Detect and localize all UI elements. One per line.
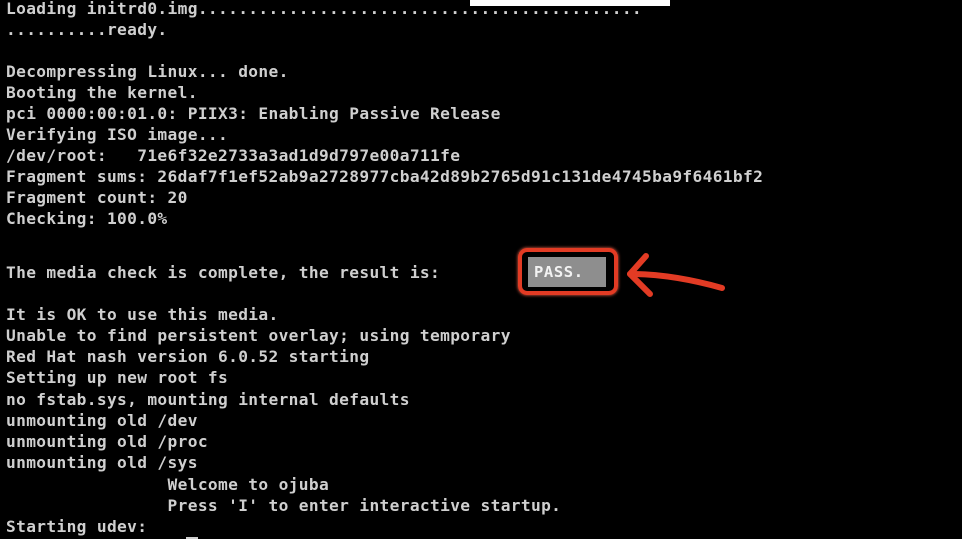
console-line: Unable to find persistent overlay; using… — [6, 326, 511, 345]
terminal-console: Loading initrd0.img.....................… — [0, 0, 962, 539]
console-line: unmounting old /proc — [6, 432, 208, 451]
pass-result-badge: PASS. — [528, 257, 606, 287]
console-line: no fstab.sys, mounting internal defaults — [6, 390, 410, 409]
console-line: Decompressing Linux... done. — [6, 62, 289, 81]
media-check-result-line: The media check is complete, the result … — [6, 263, 441, 282]
console-line: ..........ready. — [6, 20, 168, 39]
console-line: Fragment sums: 26daf7f1ef52ab9a2728977cb… — [6, 167, 764, 186]
red-arrow-icon — [627, 253, 725, 297]
console-line: Checking: 100.0% — [6, 209, 168, 228]
console-line: /dev/root: 71e6f32e2733a3ad1d9d797e00a71… — [6, 146, 461, 165]
interactive-startup-prompt: Press 'I' to enter interactive startup. — [6, 496, 562, 515]
welcome-message: Welcome to ojuba — [6, 475, 330, 494]
console-line: It is OK to use this media. — [6, 305, 279, 324]
console-line: Verifying ISO image... — [6, 125, 229, 144]
console-line: Red Hat nash version 6.0.52 starting — [6, 347, 370, 366]
console-line: Fragment count: 20 — [6, 188, 188, 207]
console-prompt-line: Starting udev: — [6, 517, 148, 536]
console-line: Booting the kernel. — [6, 83, 198, 102]
console-line: pci 0000:00:01.0: PIIX3: Enabling Passiv… — [6, 104, 501, 123]
console-line: Setting up new root fs — [6, 368, 229, 387]
console-line: unmounting old /sys — [6, 453, 198, 472]
console-line: unmounting old /dev — [6, 411, 198, 430]
top-overflow-strip — [470, 0, 670, 6]
